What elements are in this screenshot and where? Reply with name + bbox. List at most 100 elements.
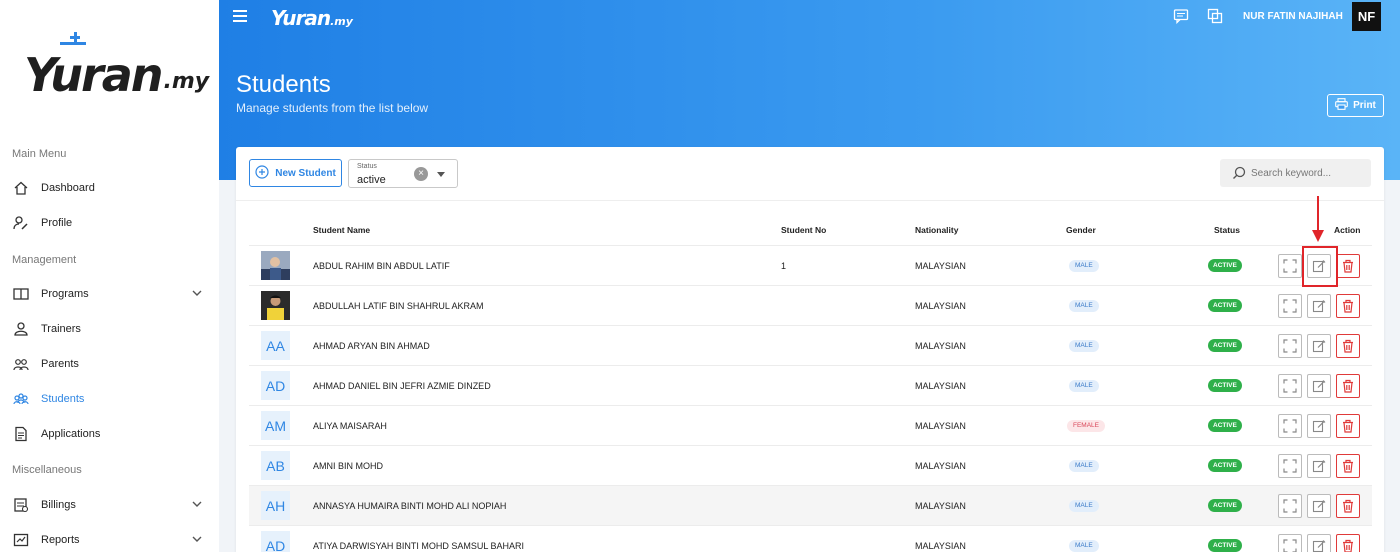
sidebar-item-label: Profile: [41, 217, 73, 229]
sidebar-item-trainers[interactable]: Trainers: [12, 317, 208, 341]
view-button[interactable]: [1278, 494, 1302, 518]
status-badge: ACTIVE: [1208, 299, 1242, 312]
delete-button[interactable]: [1336, 294, 1360, 318]
sidebar-item-label: Billings: [41, 499, 76, 511]
trash-icon: [1343, 499, 1353, 513]
gender-badge: MALE: [1069, 540, 1099, 552]
view-button[interactable]: [1278, 454, 1302, 478]
delete-button[interactable]: [1336, 334, 1360, 358]
delete-button[interactable]: [1336, 494, 1360, 518]
expand-icon: [1283, 379, 1297, 393]
search-input[interactable]: [1251, 159, 1366, 187]
edit-icon: [1312, 300, 1326, 313]
edit-button[interactable]: [1307, 254, 1331, 278]
edit-button[interactable]: [1307, 374, 1331, 398]
header-student-name[interactable]: Student Name: [313, 225, 370, 235]
menu-icon[interactable]: [233, 10, 247, 22]
brand-logo[interactable]: Yuran .my: [24, 32, 209, 98]
header-logo[interactable]: Yuran.my: [271, 6, 353, 30]
new-student-button[interactable]: New Student: [249, 159, 342, 187]
sidebar-item-profile[interactable]: Profile: [12, 211, 208, 235]
trash-icon: [1343, 339, 1353, 353]
edit-button[interactable]: [1307, 414, 1331, 438]
sidebar-item-applications[interactable]: Applications: [12, 422, 208, 446]
edit-button[interactable]: [1307, 534, 1331, 552]
header-status[interactable]: Status: [1214, 225, 1240, 235]
trash-icon: [1343, 299, 1353, 313]
delete-button[interactable]: [1336, 254, 1360, 278]
edit-button[interactable]: [1307, 294, 1331, 318]
header-student-no[interactable]: Student No: [781, 225, 826, 235]
edit-button[interactable]: [1307, 334, 1331, 358]
table-row[interactable]: ABDUL RAHIM BIN ABDUL LATIF 1 MALAYSIAN MAL…: [249, 245, 1372, 285]
view-button[interactable]: [1278, 534, 1302, 552]
home-icon: [12, 179, 30, 197]
table-row[interactable]: ABDULLAH LATIF BIN SHAHRUL AKRAM MALAYSIA…: [249, 285, 1372, 325]
header-icons: [1173, 8, 1223, 29]
sidebar-item-label: Reports: [41, 534, 80, 546]
sidebar-item-label: Dashboard: [41, 182, 95, 194]
sidebar-item-parents[interactable]: Parents: [12, 352, 208, 376]
student-initials-avatar: AH: [261, 491, 290, 520]
table-row[interactable]: AA AHMAD ARYAN BIN AHMAD MALAYSIAN MALE ACTI…: [249, 325, 1372, 365]
gender-badge: MALE: [1069, 380, 1099, 392]
delete-button[interactable]: [1336, 534, 1360, 552]
toolbar-divider: [236, 200, 1384, 201]
book-icon: [12, 285, 30, 303]
table-row[interactable]: AD AHMAD DANIEL BIN JEFRI AZMIE DINZED MAL…: [249, 365, 1372, 405]
sidebar-item-reports[interactable]: Reports: [12, 528, 208, 552]
sidebar-item-programs[interactable]: Programs: [12, 282, 208, 306]
table-row[interactable]: AM ALIYA MAISARAH MALAYSIAN FEMALE ACTIVE: [249, 405, 1372, 445]
view-button[interactable]: [1278, 334, 1302, 358]
print-button[interactable]: Print: [1327, 94, 1384, 117]
user-edit-icon: [12, 214, 30, 232]
table-row[interactable]: AB AMNI BIN MOHD MALAYSIAN MALE ACTIVE: [249, 445, 1372, 485]
header-action: Action: [1334, 225, 1361, 235]
student-initials-avatar: AM: [261, 411, 290, 440]
gender-badge: MALE: [1069, 500, 1099, 512]
section-miscellaneous: Miscellaneous: [12, 464, 82, 476]
user-name[interactable]: NUR FATIN NAJIHAH: [1243, 11, 1343, 22]
status-filter-select[interactable]: Status active ×: [348, 159, 458, 188]
edit-button[interactable]: [1307, 494, 1331, 518]
status-badge: ACTIVE: [1208, 379, 1242, 392]
delete-button[interactable]: [1336, 374, 1360, 398]
printer-icon: [1335, 98, 1348, 113]
print-label: Print: [1353, 100, 1376, 111]
view-button[interactable]: [1278, 254, 1302, 278]
clear-icon[interactable]: ×: [414, 167, 428, 181]
sidebar-item-dashboard[interactable]: Dashboard: [12, 176, 208, 200]
header-nationality[interactable]: Nationality: [915, 225, 958, 235]
delete-button[interactable]: [1336, 414, 1360, 438]
sidebar-item-billings[interactable]: Billings: [12, 493, 208, 517]
student-name[interactable]: AMNI BIN MOHD: [313, 461, 383, 471]
dropdown-arrow-icon[interactable]: [437, 172, 445, 177]
edit-button[interactable]: [1307, 454, 1331, 478]
sidebar-item-label: Programs: [41, 288, 89, 300]
page-title: Students: [236, 71, 331, 98]
status-badge: ACTIVE: [1208, 259, 1242, 272]
table-row[interactable]: AH ANNASYA HUMAIRA BINTI MOHD ALI NOPIAH M…: [249, 485, 1372, 525]
view-button[interactable]: [1278, 374, 1302, 398]
student-name[interactable]: ANNASYA HUMAIRA BINTI MOHD ALI NOPIAH: [313, 501, 506, 511]
student-name[interactable]: AHMAD ARYAN BIN AHMAD: [313, 341, 430, 351]
student-name[interactable]: ABDUL RAHIM BIN ABDUL LATIF: [313, 261, 450, 271]
arrow-down-icon: [1308, 196, 1328, 251]
report-icon: [12, 531, 30, 549]
student-name[interactable]: ABDULLAH LATIF BIN SHAHRUL AKRAM: [313, 301, 484, 311]
student-name[interactable]: AHMAD DANIEL BIN JEFRI AZMIE DINZED: [313, 381, 491, 391]
search-box[interactable]: [1220, 159, 1371, 187]
view-button[interactable]: [1278, 414, 1302, 438]
student-name[interactable]: ATIYA DARWISYAH BINTI MOHD SAMSUL BAHARI: [313, 541, 524, 551]
header-gender[interactable]: Gender: [1066, 225, 1096, 235]
view-button[interactable]: [1278, 294, 1302, 318]
delete-button[interactable]: [1336, 454, 1360, 478]
user-avatar[interactable]: NF: [1352, 2, 1381, 31]
student-name[interactable]: ALIYA MAISARAH: [313, 421, 387, 431]
parents-icon: [12, 355, 30, 373]
sidebar-item-students[interactable]: Students: [12, 387, 208, 411]
expand-icon: [1283, 499, 1297, 513]
table-row[interactable]: AD ATIYA DARWISYAH BINTI MOHD SAMSUL BAHA…: [249, 525, 1372, 552]
switch-account-icon[interactable]: [1207, 8, 1223, 29]
chat-icon[interactable]: [1173, 8, 1189, 29]
